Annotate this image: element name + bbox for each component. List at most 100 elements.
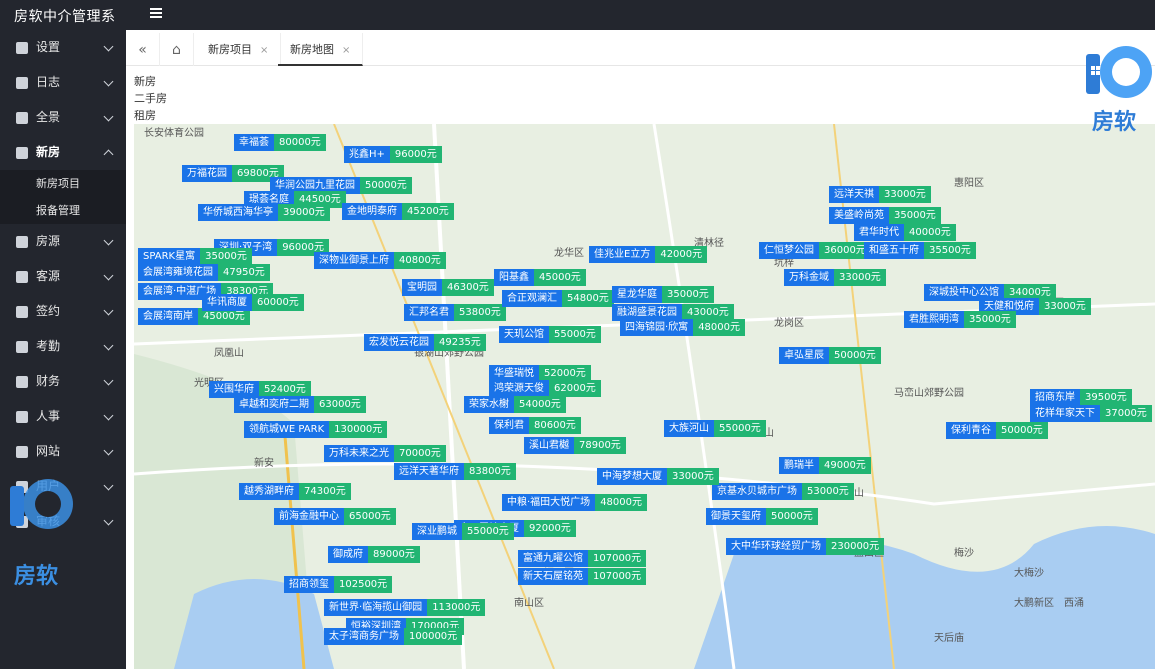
sidebar-item-0[interactable]: 设置 bbox=[0, 30, 126, 65]
property-marker[interactable]: SPARK星寓 35000元 bbox=[138, 248, 252, 265]
sidebar-item-2[interactable]: 全景 bbox=[0, 100, 126, 135]
tab-label: 新房地图 bbox=[290, 43, 334, 56]
property-marker[interactable]: 卓弘星辰 50000元 bbox=[779, 347, 881, 364]
property-marker[interactable]: 汇邦名君 53800元 bbox=[404, 304, 506, 321]
property-marker[interactable]: 御成府 89000元 bbox=[328, 546, 420, 563]
property-marker[interactable]: 大中华环球经贸广场 230000元 bbox=[726, 538, 885, 555]
map-place-label: 南山区 bbox=[514, 598, 544, 609]
property-marker[interactable]: 中海梦想大厦 33000元 bbox=[597, 468, 719, 485]
property-marker[interactable]: 君华时代 40000元 bbox=[854, 224, 956, 241]
map-place-label: 大鹏新区 bbox=[1014, 598, 1054, 609]
property-price: 50000元 bbox=[996, 422, 1048, 439]
property-marker[interactable]: 四海锦园·欣寓 48000元 bbox=[620, 319, 745, 336]
sidebar-item-9[interactable]: 人事 bbox=[0, 399, 126, 434]
property-marker[interactable]: 卓越和奕府二期 63000元 bbox=[234, 396, 366, 413]
property-marker[interactable]: 华侨城西海华亭 39000元 bbox=[198, 204, 330, 221]
property-marker[interactable]: 前海金融中心 65000元 bbox=[274, 508, 396, 525]
property-marker[interactable]: 合正观澜汇 54800元 bbox=[502, 290, 614, 307]
property-marker[interactable]: 深物业御景上府 40800元 bbox=[314, 252, 446, 269]
property-name: SPARK星寓 bbox=[138, 248, 201, 265]
property-price: 37000元 bbox=[1100, 405, 1152, 422]
property-marker[interactable]: 荣家水榭 54000元 bbox=[464, 396, 566, 413]
tab-xinfang-project[interactable]: 新房项目 × bbox=[196, 33, 282, 66]
tab-scroll-left-icon[interactable]: « bbox=[126, 33, 160, 66]
sidebar-item-8[interactable]: 财务 bbox=[0, 364, 126, 399]
property-marker[interactable]: 万科金域 33000元 bbox=[784, 269, 886, 286]
property-marker[interactable]: 京基水贝城市广场 53000元 bbox=[712, 483, 854, 500]
property-name: 万福花园 bbox=[182, 165, 232, 182]
map-canvas[interactable]: 长安体育公园惠阳区坑梓坪山区大鹏新区龙岗区龙华区光明区南山区福田区盐田区天后庙梅… bbox=[134, 124, 1155, 669]
sidebar-item-4[interactable]: 房源 bbox=[0, 224, 126, 259]
property-marker[interactable]: 越秀湖畔府 74300元 bbox=[239, 483, 351, 500]
property-marker[interactable]: 招商东岸 39500元 bbox=[1030, 389, 1132, 406]
property-marker[interactable]: 保利青谷 50000元 bbox=[946, 422, 1048, 439]
property-marker[interactable]: 中粮·福田大悦广场 48000元 bbox=[502, 494, 647, 511]
property-marker[interactable]: 华讯商厦 60000元 bbox=[202, 294, 304, 311]
property-price: 230000元 bbox=[826, 538, 885, 555]
property-marker[interactable]: 佳兆业E立方 42000元 bbox=[589, 246, 708, 263]
property-price: 54000元 bbox=[514, 396, 566, 413]
property-price: 62000元 bbox=[549, 380, 601, 397]
property-marker[interactable]: 会展湾雍境花园 47950元 bbox=[138, 264, 270, 281]
property-marker[interactable]: 保利君 80600元 bbox=[489, 417, 581, 434]
property-marker[interactable]: 美盛岭尚苑 35000元 bbox=[829, 207, 941, 224]
tab-xinfang-map[interactable]: 新房地图 × bbox=[278, 33, 364, 66]
property-marker[interactable]: 富通九曜公馆 107000元 bbox=[518, 550, 647, 567]
property-marker[interactable]: 新天石屋铭苑 107000元 bbox=[518, 568, 647, 585]
property-marker[interactable]: 金地明泰府 45200元 bbox=[342, 203, 454, 220]
property-name: 远洋天祺 bbox=[829, 186, 879, 203]
property-marker[interactable]: 御景天玺府 50000元 bbox=[706, 508, 818, 525]
property-marker[interactable]: 君胜熙明湾 35000元 bbox=[904, 311, 1016, 328]
chevron-icon bbox=[103, 41, 114, 52]
property-marker[interactable]: 天玑公馆 55000元 bbox=[499, 326, 601, 343]
link-rental[interactable]: 租房 bbox=[134, 107, 167, 124]
sidebar-item-5[interactable]: 客源 bbox=[0, 259, 126, 294]
sidebar-item-1[interactable]: 日志 bbox=[0, 65, 126, 100]
property-marker[interactable]: 万福花园 69800元 bbox=[182, 165, 284, 182]
property-marker[interactable]: 宏发悦云花园 49235元 bbox=[364, 334, 486, 351]
property-marker[interactable]: 新世界·临海揽山御园 113000元 bbox=[324, 599, 486, 616]
property-marker[interactable]: 花样年家天下 37000元 bbox=[1030, 405, 1152, 422]
property-marker[interactable]: 和盛五十府 35500元 bbox=[864, 242, 976, 259]
gear-icon bbox=[16, 42, 28, 54]
property-price: 35000元 bbox=[964, 311, 1016, 328]
property-marker[interactable]: 星龙华庭 35000元 bbox=[612, 286, 714, 303]
property-marker[interactable]: 招商领玺 102500元 bbox=[284, 576, 393, 593]
property-marker[interactable]: 远洋天著华府 83800元 bbox=[394, 463, 516, 480]
property-marker[interactable]: 宝明园 46300元 bbox=[402, 279, 494, 296]
property-marker[interactable]: 鹏瑞半 49000元 bbox=[779, 457, 871, 474]
property-name: 远洋天著华府 bbox=[394, 463, 464, 480]
property-marker[interactable]: 大族河山 55000元 bbox=[664, 420, 766, 437]
property-marker[interactable]: 万科未来之光 70000元 bbox=[324, 445, 446, 462]
sidebar-item-6[interactable]: 签约 bbox=[0, 294, 126, 329]
property-name: 卓越和奕府二期 bbox=[234, 396, 314, 413]
property-marker[interactable]: 兆鑫H+ 96000元 bbox=[344, 146, 442, 163]
close-icon[interactable]: × bbox=[342, 45, 350, 56]
sidebar-subitem[interactable]: 新房项目 bbox=[0, 170, 126, 197]
property-marker[interactable]: 深业鹏城 55000元 bbox=[412, 523, 514, 540]
sidebar-item-10[interactable]: 网站 bbox=[0, 434, 126, 469]
property-price: 39500元 bbox=[1080, 389, 1132, 406]
property-marker[interactable]: 阳基鑫 45000元 bbox=[494, 269, 586, 286]
sidebar-item-label: 客源 bbox=[36, 269, 61, 283]
property-marker[interactable]: 领航城WE PARK 130000元 bbox=[244, 421, 388, 438]
property-marker[interactable]: 太子湾商务广场 100000元 bbox=[324, 628, 463, 645]
link-second-hand[interactable]: 二手房 bbox=[134, 90, 167, 107]
property-marker[interactable]: 幸福荟 80000元 bbox=[234, 134, 326, 151]
menu-toggle-icon[interactable] bbox=[150, 8, 162, 18]
sidebar-item-7[interactable]: 考勤 bbox=[0, 329, 126, 364]
sidebar-subitem[interactable]: 报备管理 bbox=[0, 197, 126, 224]
sidebar-item-label: 考勤 bbox=[36, 339, 61, 353]
property-marker[interactable]: 仁恒梦公园 36000元 bbox=[759, 242, 871, 259]
chevron-icon bbox=[103, 305, 114, 316]
property-marker[interactable]: 溪山君樾 78900元 bbox=[524, 437, 626, 454]
property-marker[interactable]: 鸿荣源天俊 62000元 bbox=[489, 380, 601, 397]
sidebar-item-label: 人事 bbox=[36, 409, 61, 423]
close-icon[interactable]: × bbox=[260, 45, 268, 56]
property-price: 80600元 bbox=[529, 417, 581, 434]
home-icon[interactable]: ⌂ bbox=[160, 33, 194, 66]
link-new-house[interactable]: 新房 bbox=[134, 73, 167, 90]
map-place-label: 大梅沙 bbox=[1014, 568, 1044, 579]
sidebar-item-3[interactable]: 新房 bbox=[0, 135, 126, 170]
property-marker[interactable]: 远洋天祺 33000元 bbox=[829, 186, 931, 203]
